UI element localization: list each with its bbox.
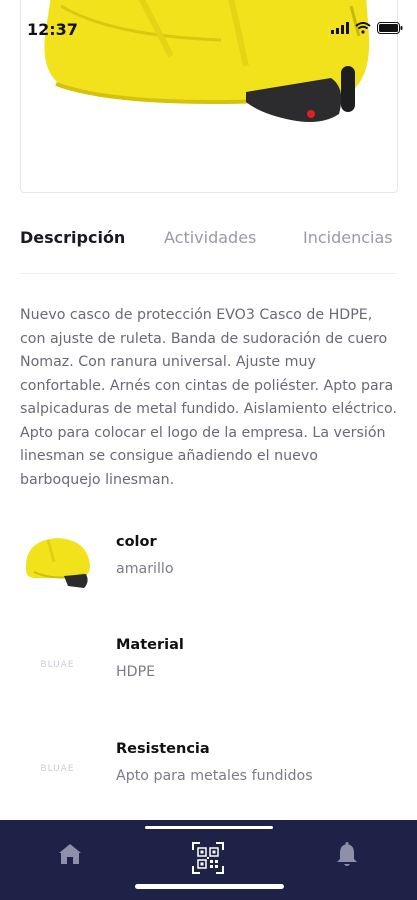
status-time: 12:37 [27,20,78,39]
bell-icon [337,842,357,866]
tab-descripcion[interactable]: Descripción [20,228,125,247]
product-description: Nuevo casco de protección EVO3 Casco de … [20,307,397,488]
tab-incidencias[interactable]: Incidencias [303,228,393,247]
home-icon [59,844,81,864]
nav-home[interactable] [57,842,83,870]
status-bar: 12:37 [0,0,417,60]
nav-qr-scan[interactable] [192,842,224,878]
home-indicator[interactable] [135,884,284,889]
wifi-icon [355,22,371,34]
brand-logo: BLUAE [40,763,75,774]
nav-notifications[interactable] [335,842,359,872]
cellular-signal-icon [331,22,349,34]
attribute-label: Material [116,637,184,653]
attribute-color: color amarillo [20,524,400,604]
attribute-label: color [116,534,157,550]
attribute-thumbnail: BLUAE [20,731,95,806]
status-icons [331,22,403,34]
attribute-thumbnail: BLUAE [20,627,95,702]
attribute-value: HDPE [116,664,156,680]
tabs: Descripción Actividades Incidencias [20,222,410,254]
tab-actividades[interactable]: Actividades [164,228,256,247]
tab-divider [20,273,396,274]
attribute-label: Resistencia [116,741,210,757]
brand-logo: BLUAE [40,659,75,670]
qr-scan-icon [192,842,224,874]
attribute-value: amarillo [116,561,174,577]
scroll-indicator [145,826,273,829]
battery-icon [377,22,403,34]
helmet-thumbnail-icon [25,537,91,588]
attribute-resistencia: BLUAE Resistencia Apto para metales fund… [20,731,400,811]
attribute-thumbnail [20,524,95,599]
attribute-material: BLUAE Material HDPE [20,627,400,707]
attribute-value: Apto para metales fundidos [116,768,313,784]
